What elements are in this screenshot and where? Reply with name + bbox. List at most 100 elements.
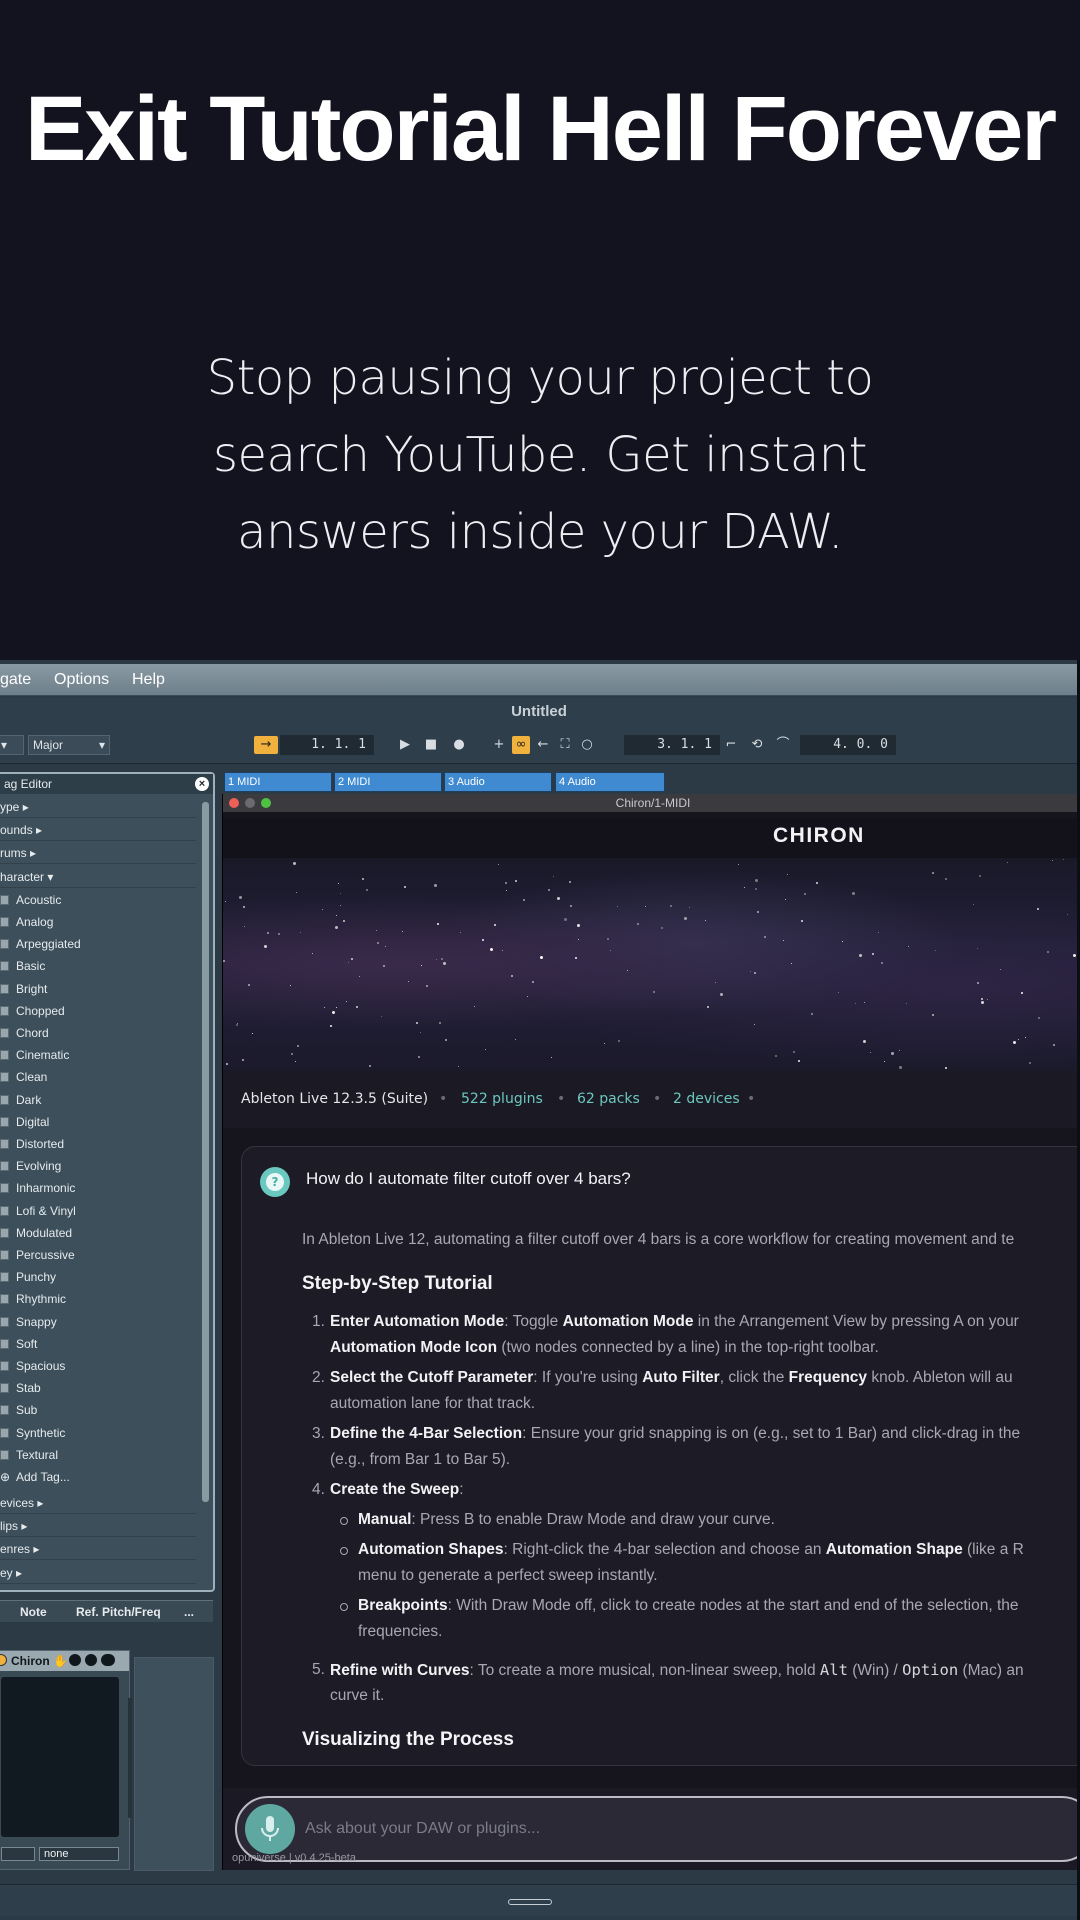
menu-navigate[interactable]: gate (0, 671, 31, 689)
device-input-field[interactable] (1, 1847, 35, 1861)
checkbox[interactable] (0, 1072, 9, 1083)
clip-1-midi[interactable]: 1 MIDI (224, 772, 332, 792)
tag-checkbox-item[interactable]: Percussive (0, 1244, 196, 1266)
device-title-bar[interactable]: Chiron ✋ (0, 1651, 129, 1671)
checkbox[interactable] (0, 961, 9, 972)
device-save-icon[interactable] (85, 1654, 97, 1666)
tag-checkbox-item[interactable]: Distorted (0, 1133, 196, 1155)
tag-checkbox-item[interactable]: Spacious (0, 1355, 196, 1377)
tag-checkbox-item[interactable]: Dark (0, 1089, 196, 1111)
packs-count[interactable]: 62 packs (577, 1070, 640, 1128)
browser-category[interactable]: ype ▸ (0, 796, 196, 818)
checkbox[interactable] (0, 1227, 9, 1238)
tag-checkbox-item[interactable]: Lofi & Vinyl (0, 1200, 196, 1222)
tag-checkbox-item[interactable]: Bright (0, 978, 196, 1000)
tag-checkbox-item[interactable]: Chopped (0, 1000, 196, 1022)
menu-help[interactable]: Help (132, 671, 165, 689)
splitter[interactable] (128, 1698, 132, 1818)
devices-count[interactable]: 2 devices (673, 1070, 740, 1128)
tag-checkbox-item[interactable]: Clean (0, 1066, 196, 1088)
checkbox[interactable] (0, 1250, 9, 1260)
checkbox[interactable] (0, 917, 9, 927)
loop-length-display[interactable]: 4. 0. 0 (800, 735, 896, 755)
tag-checkbox-item[interactable]: Arpeggiated (0, 933, 196, 955)
resize-handle[interactable] (508, 1899, 552, 1905)
tag-checkbox-item[interactable]: Modulated (0, 1222, 196, 1244)
browser-category[interactable]: ounds ▸ (0, 819, 196, 842)
tag-checkbox-item[interactable]: Stab (0, 1377, 196, 1399)
tag-checkbox-item[interactable]: Cinematic (0, 1044, 196, 1066)
automation-mode-icon[interactable]: ∞ (512, 736, 530, 754)
menu-options[interactable]: Options (54, 671, 109, 689)
tag-checkbox-item[interactable]: Digital (0, 1111, 196, 1133)
position-display[interactable]: 1. 1. 1 (280, 735, 374, 755)
checkbox[interactable] (0, 1383, 9, 1394)
checkbox[interactable] (0, 1094, 9, 1105)
checkbox[interactable] (0, 1005, 9, 1016)
browser-category[interactable]: lips ▸ (0, 1515, 196, 1538)
checkbox[interactable] (0, 1405, 9, 1416)
checkbox[interactable] (0, 1338, 9, 1349)
play-icon[interactable]: ▶ (396, 736, 414, 754)
device-power-icon[interactable] (0, 1654, 7, 1666)
checkbox[interactable] (0, 1272, 9, 1283)
follow-icon[interactable]: → (254, 736, 278, 754)
back-to-arrangement-icon[interactable]: ← (534, 736, 552, 754)
chat-input[interactable] (305, 1810, 1005, 1848)
tag-checkbox-item[interactable]: Evolving (0, 1155, 196, 1177)
browser-category[interactable]: ey ▸ (0, 1562, 196, 1584)
checkbox[interactable] (0, 1050, 9, 1061)
tag-checkbox-item[interactable]: Basic (0, 955, 196, 977)
key-select[interactable]: ▾ (0, 735, 24, 755)
stop-icon[interactable]: ■ (422, 736, 440, 754)
checkbox[interactable] (0, 1116, 9, 1127)
tag-checkbox-item[interactable]: Analog (0, 911, 196, 933)
loop-icon[interactable]: ⟲ (748, 736, 766, 754)
scale-select[interactable]: Major ▾ (28, 735, 110, 755)
zoom-window-icon[interactable] (261, 798, 271, 808)
tag-checkbox-item[interactable]: Acoustic (0, 889, 196, 911)
checkbox[interactable] (0, 1361, 9, 1371)
draw-mode-icon[interactable]: ⌐ (722, 736, 740, 754)
browser-scrollbar[interactable] (202, 802, 209, 1502)
checkbox[interactable] (0, 1139, 9, 1149)
checkbox[interactable] (0, 1028, 9, 1038)
plugins-count[interactable]: 522 plugins (461, 1070, 543, 1128)
loop-start-display[interactable]: 3. 1. 1 (624, 735, 720, 755)
add-tag-button[interactable]: ⊕ Add Tag... (0, 1466, 196, 1488)
checkbox[interactable] (0, 1449, 9, 1460)
checkbox[interactable] (0, 983, 9, 994)
tag-checkbox-item[interactable]: Chord (0, 1022, 196, 1044)
tag-checkbox-item[interactable]: Inharmonic (0, 1177, 196, 1199)
capture-icon[interactable]: ⛶ (556, 736, 574, 754)
microphone-button[interactable] (245, 1804, 295, 1854)
tag-checkbox-item[interactable]: Rhythmic (0, 1288, 196, 1310)
checkbox[interactable] (0, 939, 9, 950)
checkbox[interactable] (0, 1161, 9, 1172)
tag-checkbox-item[interactable]: Textural (0, 1444, 196, 1466)
punch-icon[interactable]: ⌒ (774, 736, 792, 754)
device-menu-icon[interactable] (101, 1654, 115, 1666)
checkbox[interactable] (0, 1205, 9, 1216)
browser-category[interactable]: haracter ▾ (0, 866, 196, 888)
checkbox[interactable] (0, 1316, 9, 1327)
clip-3-audio[interactable]: 3 Audio (444, 772, 552, 792)
checkbox[interactable] (0, 1294, 9, 1305)
close-window-icon[interactable] (229, 798, 239, 808)
tag-checkbox-item[interactable]: Sub (0, 1399, 196, 1421)
close-icon[interactable]: × (195, 777, 209, 791)
device-output-select[interactable]: none (39, 1847, 119, 1861)
clip-2-midi[interactable]: 2 MIDI (334, 772, 442, 792)
checkbox[interactable] (0, 894, 9, 905)
tag-checkbox-item[interactable]: Synthetic (0, 1422, 196, 1444)
minimize-window-icon[interactable] (245, 798, 255, 808)
checkbox[interactable] (0, 1427, 9, 1438)
record-icon[interactable]: ● (450, 736, 468, 754)
tag-checkbox-item[interactable]: Soft (0, 1333, 196, 1355)
browser-category[interactable]: rums ▸ (0, 842, 196, 865)
add-icon[interactable]: + (490, 736, 508, 754)
browser-category[interactable]: enres ▸ (0, 1538, 196, 1561)
browser-category[interactable]: evices ▸ (0, 1492, 196, 1514)
checkbox[interactable] (0, 1183, 9, 1194)
session-record-icon[interactable]: ○ (578, 736, 596, 754)
